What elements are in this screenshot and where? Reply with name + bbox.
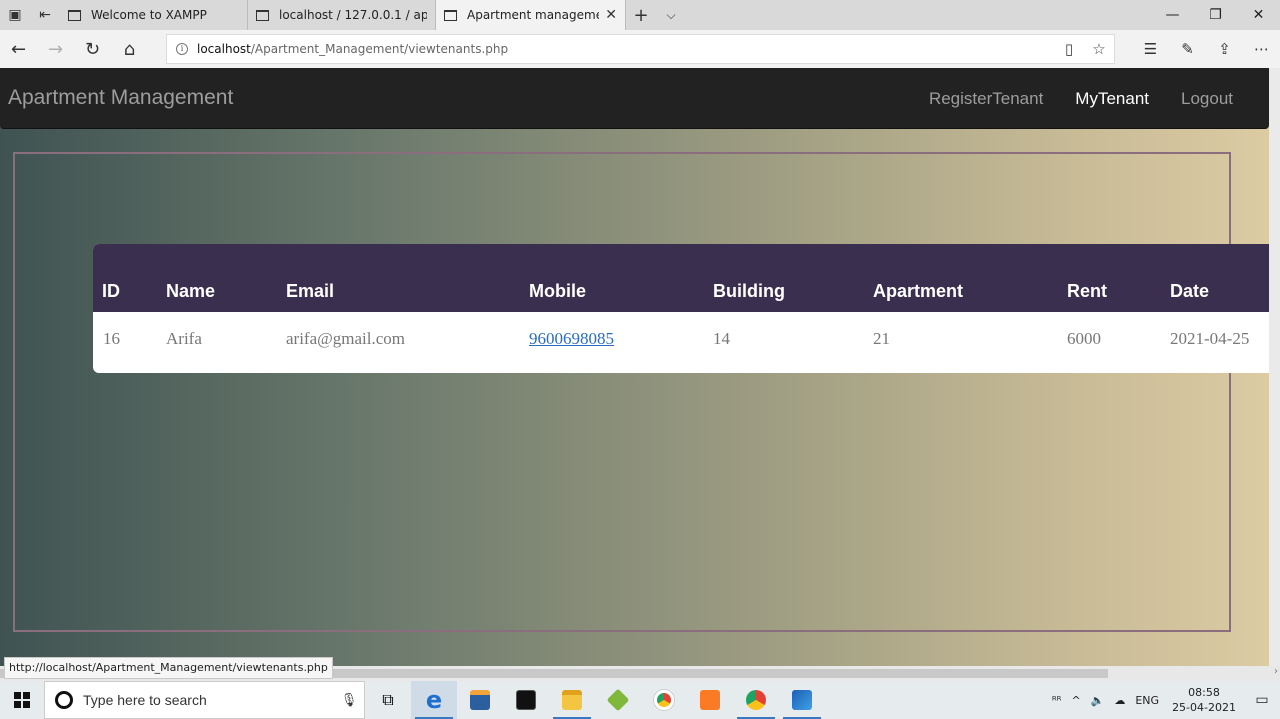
- tab-manager-icon[interactable]: ▣: [0, 0, 30, 30]
- close-tab-icon[interactable]: ✕: [605, 7, 617, 23]
- url-field[interactable]: i localhost/Apartment_Management/viewten…: [166, 34, 1115, 64]
- browser-tab-apartment[interactable]: Apartment managemen ✕: [436, 0, 626, 30]
- tab-title: Apartment managemen: [467, 8, 600, 22]
- store-icon[interactable]: [457, 681, 503, 719]
- nav-link-register-tenant[interactable]: RegisterTenant: [913, 89, 1059, 109]
- nav-link-logout[interactable]: Logout: [1165, 89, 1249, 109]
- edge-browser-icon[interactable]: e: [411, 681, 457, 719]
- cell-name: Arifa: [166, 329, 202, 348]
- windows-logo-icon: [14, 692, 30, 708]
- content-frame: [13, 152, 1231, 632]
- favorite-star-icon[interactable]: ☆: [1084, 40, 1114, 58]
- cell-email: arifa@gmail.com: [286, 329, 406, 348]
- window-controls: — ❐ ✕: [1151, 0, 1280, 30]
- file-explorer-icon[interactable]: [549, 681, 595, 719]
- new-tab-icon[interactable]: +: [626, 0, 656, 30]
- browser-toolbar: ☰ ✎ ⇪ ⋯: [1132, 30, 1280, 68]
- share-icon[interactable]: ⇪: [1206, 30, 1243, 68]
- home-icon[interactable]: ⌂: [111, 30, 148, 68]
- link-status-tooltip: http://localhost/Apartment_Management/vi…: [4, 657, 333, 679]
- browser-tab-phpmyadmin[interactable]: localhost / 127.0.0.1 / apartı: [248, 0, 436, 30]
- header-id: ID: [102, 281, 120, 301]
- microphone-icon[interactable]: 🎙: [334, 693, 364, 708]
- system-tray: ᴿᴿ ^ 🔈 ☁ ENG 08:58 25-04-2021 ▭: [1047, 681, 1280, 719]
- page-icon: [256, 9, 269, 21]
- tab-title: localhost / 127.0.0.1 / apartı: [279, 8, 427, 22]
- forward-icon[interactable]: →: [37, 30, 74, 68]
- site-info-icon[interactable]: i: [176, 43, 188, 55]
- cell-id: 16: [103, 329, 120, 348]
- chrome-icon[interactable]: [641, 681, 687, 719]
- more-menu-icon[interactable]: ⋯: [1243, 30, 1280, 68]
- page-icon: [444, 9, 457, 21]
- web-note-pen-icon[interactable]: ✎: [1169, 30, 1206, 68]
- address-bar-row: ← → ↻ ⌂ i localhost/Apartment_Management…: [0, 30, 1280, 68]
- scroll-right-arrow-icon[interactable]: ›: [1274, 666, 1278, 677]
- clock-date: 25-04-2021: [1172, 701, 1236, 714]
- chrome-canary-icon[interactable]: [733, 681, 779, 719]
- header-name: Name: [166, 281, 216, 301]
- maximize-icon[interactable]: ❐: [1194, 0, 1237, 30]
- start-button[interactable]: [0, 681, 44, 719]
- url-host: localhost: [197, 42, 251, 56]
- set-tabs-aside-icon[interactable]: ⇤: [30, 0, 60, 30]
- header-email: Email: [286, 281, 335, 301]
- favorites-hub-icon[interactable]: ☰: [1132, 30, 1169, 68]
- back-icon[interactable]: ←: [0, 30, 37, 68]
- site-navbar: Apartment Management RegisterTenant MyTe…: [0, 68, 1269, 129]
- xampp-icon[interactable]: [687, 681, 733, 719]
- browser-tab-strip: ▣ ⇤ Welcome to XAMPP localhost / 127.0.0…: [0, 0, 1280, 30]
- people-icon[interactable]: ᴿᴿ: [1047, 694, 1067, 707]
- taskbar-search-box[interactable]: Type here to search 🎙: [44, 681, 365, 719]
- minimize-icon[interactable]: —: [1151, 0, 1194, 30]
- cell-apartment: 21: [873, 329, 890, 348]
- header-building: Building: [713, 281, 785, 301]
- windows-taskbar: Type here to search 🎙 ⧉ e ᴿᴿ ^ 🔈 ☁ ENG 0…: [0, 681, 1280, 719]
- cell-mobile-link[interactable]: 9600698085: [529, 329, 614, 349]
- refresh-icon[interactable]: ↻: [74, 30, 111, 68]
- header-apartment: Apartment: [873, 281, 964, 301]
- action-center-icon[interactable]: ▭: [1244, 692, 1280, 708]
- cell-building: 14: [713, 329, 730, 348]
- url-path: /Apartment_Management/viewtenants.php: [250, 42, 509, 56]
- header-mobile: Mobile: [529, 281, 586, 301]
- cell-date: 2021-04-25: [1170, 329, 1250, 348]
- cell-rent: 6000: [1067, 329, 1101, 348]
- terminal-icon[interactable]: [503, 681, 549, 719]
- onedrive-cloud-icon[interactable]: ☁: [1109, 694, 1130, 707]
- close-window-icon[interactable]: ✕: [1237, 0, 1280, 30]
- vertical-scrollbar[interactable]: [1269, 68, 1280, 666]
- header-rent: Rent: [1067, 281, 1107, 301]
- search-placeholder: Type here to search: [83, 692, 207, 708]
- reading-view-icon[interactable]: ▯: [1054, 40, 1084, 58]
- tab-title: Welcome to XAMPP: [91, 8, 207, 22]
- page-icon: [68, 9, 81, 21]
- header-date: Date: [1170, 281, 1210, 301]
- table-header-row: ID Name Email Mobile Building Apartment …: [93, 244, 1269, 312]
- table-row: 16 Arifa arifa@gmail.com 9600698085 14 2…: [93, 312, 1269, 373]
- page-viewport: Apartment Management RegisterTenant MyTe…: [0, 68, 1269, 666]
- system-clock[interactable]: 08:58 25-04-2021: [1164, 685, 1244, 715]
- nav-link-my-tenant[interactable]: MyTenant: [1059, 89, 1165, 109]
- photos-icon[interactable]: [779, 681, 825, 719]
- cortana-icon: [55, 691, 73, 709]
- volume-icon[interactable]: 🔈: [1086, 694, 1110, 707]
- browser-tab-xampp[interactable]: Welcome to XAMPP: [60, 0, 248, 30]
- tenants-table: ID Name Email Mobile Building Apartment …: [93, 244, 1269, 373]
- language-indicator[interactable]: ENG: [1130, 694, 1164, 707]
- bluestacks-icon[interactable]: [595, 681, 641, 719]
- clock-time: 08:58: [1188, 686, 1220, 699]
- show-hidden-icons-chevron-icon[interactable]: ^: [1066, 694, 1085, 707]
- brand-logo-text[interactable]: Apartment Management: [8, 86, 233, 110]
- tab-preview-chevron-icon[interactable]: ⌵: [656, 0, 686, 30]
- task-view-icon[interactable]: ⧉: [365, 681, 411, 719]
- nav-links: RegisterTenant MyTenant Logout: [913, 68, 1249, 129]
